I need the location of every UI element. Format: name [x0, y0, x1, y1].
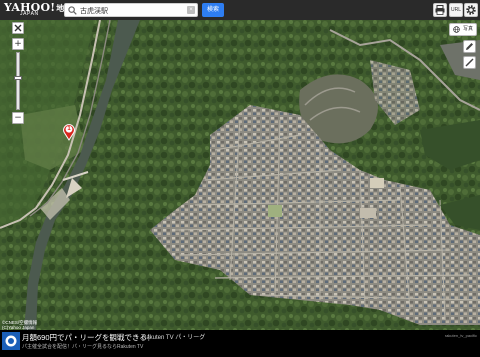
zoom-in-button[interactable]: + — [12, 38, 24, 50]
ad-brand: Rakuten TV パ・リーグ — [142, 335, 206, 341]
map-app-window: YAHOO!地図 JAPAN × 検索 URL — [0, 0, 480, 357]
search-button[interactable]: 検索 — [202, 3, 224, 17]
pencil-icon — [466, 43, 473, 50]
ad-credit: rakuten_tv_pacific — [444, 333, 477, 338]
measure-tool-button[interactable] — [463, 56, 476, 69]
close-panel-button[interactable] — [12, 22, 24, 34]
yahoo-map-logo[interactable]: YAHOO!地図 JAPAN — [4, 2, 72, 18]
zoom-slider[interactable] — [14, 52, 22, 110]
zoom-slider-thumb[interactable] — [14, 76, 22, 80]
map-copyright: ©CNES/空撮情報 (C)Yahoo Japan — [2, 320, 37, 330]
header-bar: YAHOO!地図 JAPAN × 検索 URL — [0, 0, 480, 20]
photo-layer-label: 写真 — [462, 26, 473, 32]
clear-search-button[interactable]: × — [187, 6, 195, 14]
search-box: × — [64, 3, 198, 17]
logo-japan-text: JAPAN — [20, 11, 39, 17]
marker-label: 1 — [67, 126, 71, 132]
ad-headline: 月額690円でパ・リーグを観戦できる！ — [22, 333, 155, 342]
print-button[interactable] — [433, 3, 447, 17]
gear-icon — [466, 5, 476, 15]
globe-icon — [453, 26, 460, 33]
close-icon — [14, 24, 22, 32]
photo-layer-button[interactable]: 写真 — [449, 23, 477, 36]
satellite-map[interactable]: + − 写真 1 — [0, 20, 480, 330]
search-icon — [68, 6, 77, 15]
bottom-ad-banner[interactable]: 月額690円でパ・リーグを観戦できる！ Rakuten TV パ・リーグ パ主催… — [0, 330, 480, 357]
print-icon — [435, 5, 445, 15]
zoom-out-button[interactable]: − — [12, 112, 24, 124]
url-button[interactable]: URL — [449, 3, 463, 17]
satellite-imagery — [0, 20, 480, 330]
rakuten-tv-logo-icon — [2, 332, 20, 350]
settings-button[interactable] — [464, 3, 478, 17]
ruler-icon — [465, 58, 474, 67]
search-input[interactable] — [80, 5, 184, 16]
draw-tool-button[interactable] — [463, 40, 476, 53]
ad-subline: パ主催全試合を配信！パ・リーグ見るならRakuten TV — [22, 344, 144, 350]
location-marker[interactable]: 1 — [62, 123, 76, 141]
